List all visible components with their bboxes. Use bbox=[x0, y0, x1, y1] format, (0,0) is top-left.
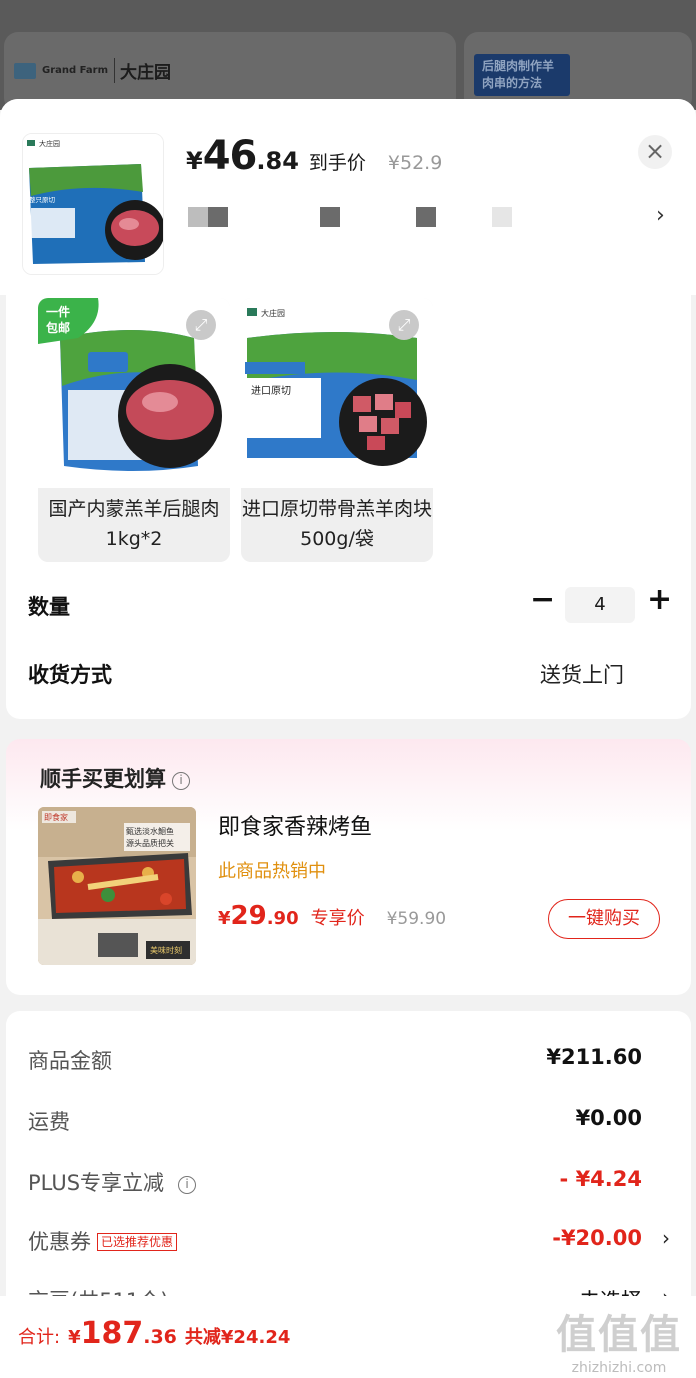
total-integer: 187 bbox=[80, 1316, 144, 1351]
upsell-title-text: 顺手买更划算 bbox=[40, 767, 166, 791]
spec-swatch bbox=[188, 207, 208, 227]
total-label: 合计: bbox=[18, 1327, 61, 1348]
svg-text:美味时刻: 美味时刻 bbox=[150, 945, 182, 955]
lamb-leg-pack-image: 大庄园 整只原切 bbox=[23, 134, 163, 274]
background-banner-text: 后腿肉制作羊肉串的方法 bbox=[482, 59, 555, 90]
upsell-price-decimal: .90 bbox=[266, 908, 299, 929]
goods-amount-label: 商品金额 bbox=[28, 1049, 112, 1073]
shipping-row: 运费 ¥0.00 bbox=[28, 1100, 648, 1140]
variant-card[interactable]: 一件 包邮 ⤢ 国产内蒙羔羊后腿肉1kg*2 bbox=[38, 298, 230, 562]
close-icon: × bbox=[644, 137, 666, 165]
plus-discount-label: PLUS专享立减 i bbox=[28, 1167, 197, 1197]
upsell-hot-label: 此商品热销中 bbox=[218, 861, 326, 882]
info-icon[interactable]: i bbox=[172, 772, 190, 790]
info-icon[interactable]: i bbox=[178, 1176, 197, 1194]
svg-text:甄选淡水鮰鱼: 甄选淡水鮰鱼 bbox=[126, 826, 174, 836]
svg-text:进口原切: 进口原切 bbox=[251, 385, 291, 397]
svg-text:源头品质把关: 源头品质把关 bbox=[126, 838, 174, 848]
background-brand-logo: Grand Farm 大庄园 bbox=[14, 58, 171, 83]
one-click-buy-button[interactable]: 一键购买 bbox=[548, 899, 660, 939]
total-decimal: .36 bbox=[143, 1326, 177, 1348]
coupon-label: 优惠券 已选推荐优惠 bbox=[28, 1226, 178, 1256]
spec-swatch bbox=[416, 207, 436, 227]
spec-swatch bbox=[208, 207, 228, 227]
shipping-value: ¥0.00 bbox=[575, 1106, 642, 1130]
background-banner: 后腿肉制作羊肉串的方法 bbox=[474, 54, 570, 96]
variant-name: 国产内蒙羔羊后腿肉1kg*2 bbox=[48, 498, 220, 550]
svg-text:整只原切: 整只原切 bbox=[29, 195, 56, 204]
quantity-decrease-button[interactable]: − bbox=[530, 585, 555, 615]
coupon-tag: 已选推荐优惠 bbox=[97, 1233, 178, 1251]
variant-name: 进口原切带骨羔羊肉块500g/袋 bbox=[241, 498, 432, 550]
svg-text:大庄园: 大庄园 bbox=[39, 139, 60, 148]
final-price-label: 到手价 bbox=[308, 152, 366, 174]
checkout-bar: 合计: ¥ 187 .36 共减¥24.24 值值值 zhizhizhi.com bbox=[0, 1296, 696, 1378]
upsell-price-row: ¥ 29 .90 专享价 ¥59.90 bbox=[218, 901, 446, 931]
delivery-method[interactable]: 送货上门 bbox=[540, 659, 624, 689]
brand-mark-icon bbox=[14, 62, 36, 79]
quantity-label: 数量 bbox=[28, 595, 70, 619]
spec-swatch bbox=[320, 207, 340, 227]
upsell-price-integer: 29 bbox=[230, 901, 267, 931]
upsell-price-symbol: ¥ bbox=[218, 908, 231, 929]
variant-section: 一件 包邮 ⤢ 国产内蒙羔羊后腿肉1kg*2 大庄园 进口原切 ⤢ 进口原切带骨… bbox=[6, 295, 691, 719]
shipping-label: 运费 bbox=[28, 1110, 70, 1134]
total-reduced: 共减¥24.24 bbox=[184, 1327, 291, 1348]
svg-text:包邮: 包邮 bbox=[45, 320, 70, 335]
expand-icon[interactable]: ⤢ bbox=[389, 310, 419, 340]
svg-text:即食家: 即食家 bbox=[44, 812, 68, 822]
total-row: 合计: ¥ 187 .36 共减¥24.24 bbox=[18, 1316, 290, 1351]
variant-image: 大庄园 进口原切 ⤢ bbox=[241, 298, 433, 488]
close-button[interactable]: × bbox=[638, 135, 672, 169]
plus-discount-row: PLUS专享立减 i - ¥4.24 bbox=[28, 1161, 648, 1201]
sheet-header: 大庄园 整只原切 ¥ 46 .84 到手价 ¥52.9 × › bbox=[0, 99, 696, 295]
grilled-fish-image: 即食家 甄选淡水鮰鱼 源头品质把关 美味时刻 bbox=[38, 807, 196, 965]
chevron-right-icon[interactable]: › bbox=[662, 1226, 670, 1250]
quantity-increase-button[interactable]: + bbox=[647, 585, 672, 615]
svg-text:大庄园: 大庄园 bbox=[261, 308, 285, 318]
variant-image: 一件 包邮 ⤢ bbox=[38, 298, 230, 488]
coupon-row[interactable]: 优惠券 已选推荐优惠 -¥20.00 › bbox=[28, 1220, 670, 1260]
upsell-title: 顺手买更划算 i bbox=[40, 763, 190, 793]
coupon-value: -¥20.00 bbox=[552, 1226, 642, 1250]
quantity-input[interactable]: 4 bbox=[565, 587, 635, 623]
brand-en: Grand Farm bbox=[42, 64, 108, 76]
spec-swatch bbox=[492, 207, 512, 227]
watermark-glyphs: 值值值 bbox=[556, 1312, 682, 1358]
svg-text:一件: 一件 bbox=[46, 304, 70, 319]
brand-cn: 大庄园 bbox=[114, 58, 171, 83]
upsell-section: 顺手买更划算 i 即食家 甄选淡水鮰鱼 源头品质把关 美味时刻 即食家香辣烤鱼 … bbox=[6, 739, 691, 995]
price-symbol: ¥ bbox=[186, 147, 203, 175]
expand-icon[interactable]: ⤢ bbox=[186, 310, 216, 340]
original-price: ¥52.9 bbox=[387, 152, 443, 174]
price-decimal: .84 bbox=[256, 147, 299, 175]
spec-placeholders bbox=[186, 207, 686, 229]
variant-card[interactable]: 大庄园 进口原切 ⤢ 进口原切带骨羔羊肉块500g/袋 bbox=[241, 298, 433, 562]
plus-discount-text: PLUS专享立减 bbox=[28, 1171, 165, 1195]
plus-discount-value: - ¥4.24 bbox=[559, 1167, 642, 1191]
upsell-original-price: ¥59.90 bbox=[386, 909, 447, 929]
goods-amount-value: ¥211.60 bbox=[546, 1045, 642, 1069]
price-integer: 46 bbox=[202, 133, 258, 179]
chevron-right-icon[interactable]: › bbox=[656, 203, 665, 228]
watermark: 值值值 zhizhizhi.com bbox=[544, 1302, 694, 1376]
price-row: ¥ 46 .84 到手价 ¥52.9 bbox=[186, 133, 442, 179]
goods-amount-row: 商品金额 ¥211.60 bbox=[28, 1039, 648, 1079]
total-symbol: ¥ bbox=[68, 1327, 81, 1348]
coupon-label-text: 优惠券 bbox=[28, 1230, 91, 1254]
upsell-product-image[interactable]: 即食家 甄选淡水鮰鱼 源头品质把关 美味时刻 bbox=[38, 807, 196, 965]
upsell-price-label: 专享价 bbox=[310, 908, 365, 929]
watermark-text: zhizhizhi.com bbox=[571, 1360, 667, 1376]
upsell-product-name[interactable]: 即食家香辣烤鱼 bbox=[218, 809, 372, 841]
purchase-sheet: 大庄园 整只原切 ¥ 46 .84 到手价 ¥52.9 × › 一件 包邮 ⤢ … bbox=[0, 99, 696, 1378]
order-summary: 商品金额 ¥211.60 运费 ¥0.00 PLUS专享立减 i - ¥4.24 … bbox=[6, 1011, 691, 1313]
delivery-label: 收货方式 bbox=[28, 663, 112, 687]
product-thumbnail[interactable]: 大庄园 整只原切 bbox=[22, 133, 164, 275]
